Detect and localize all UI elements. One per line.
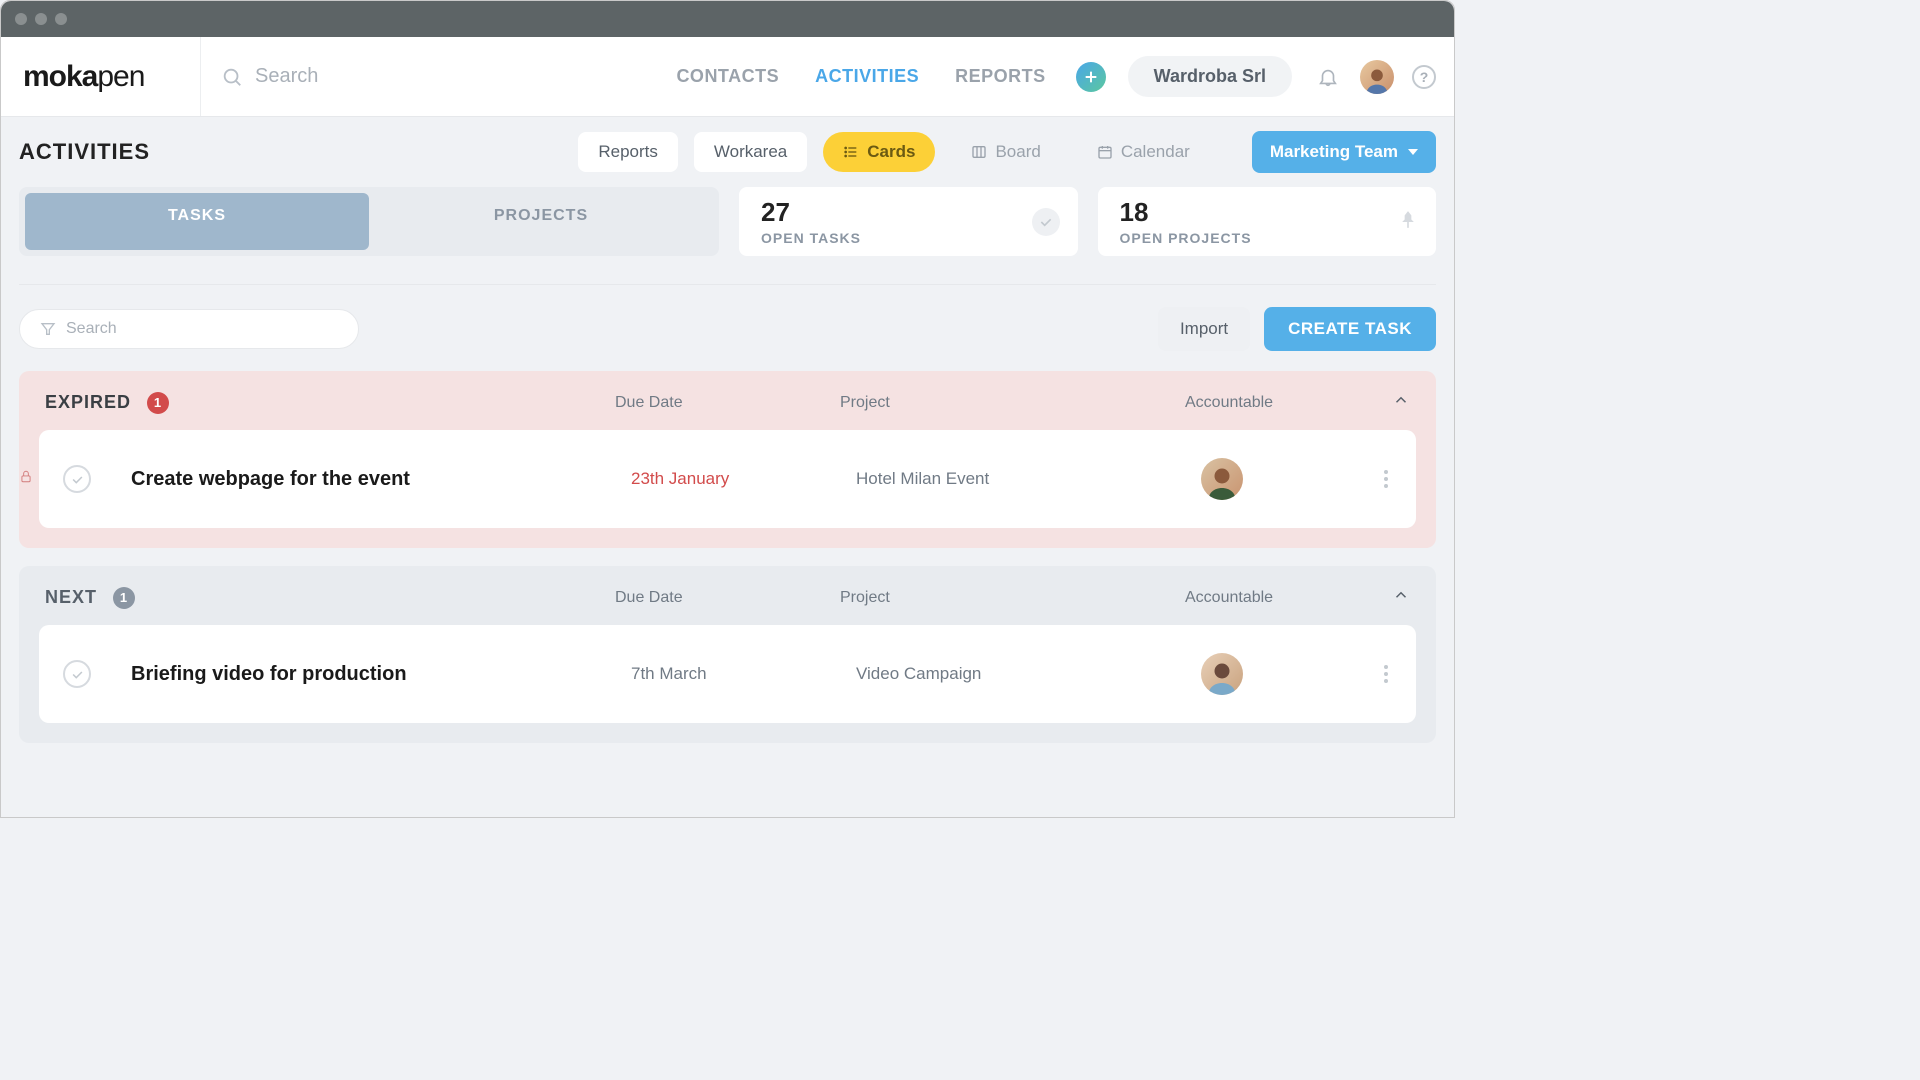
- col-due-date: Due Date: [615, 589, 840, 607]
- tab-projects[interactable]: PROJECTS: [369, 193, 713, 250]
- view-reports[interactable]: Reports: [578, 132, 678, 172]
- list-search-input[interactable]: [66, 320, 338, 338]
- stat-open-tasks-label: OPEN TASKS: [761, 230, 1056, 246]
- section-next: NEXT 1 Due Date Project Accountable Brie…: [19, 566, 1436, 743]
- person-icon: [1363, 66, 1391, 94]
- stat-open-projects-value: 18: [1120, 197, 1415, 228]
- view-board-label: Board: [995, 142, 1040, 162]
- chevron-up-icon: [1392, 391, 1410, 409]
- calendar-icon: [1097, 144, 1113, 160]
- task-complete-toggle[interactable]: [63, 465, 91, 493]
- logo-thin: pen: [97, 60, 144, 94]
- section-expired-title: EXPIRED: [45, 392, 131, 413]
- logo-bold: moka: [23, 60, 97, 94]
- task-more-menu[interactable]: [1384, 665, 1392, 683]
- bell-icon: [1317, 66, 1339, 88]
- lock-icon: [19, 469, 33, 490]
- caret-down-icon: [1408, 149, 1418, 155]
- task-name: Create webpage for the event: [131, 468, 631, 491]
- page-title: ACTIVITIES: [19, 139, 150, 165]
- help-button[interactable]: ?: [1412, 65, 1436, 89]
- nav-contacts[interactable]: CONTACTS: [676, 66, 779, 87]
- divider: [19, 284, 1436, 285]
- create-task-button[interactable]: CREATE TASK: [1264, 307, 1436, 351]
- topbar: mokapen CONTACTS ACTIVITIES REPORTS Ward…: [1, 37, 1454, 117]
- collapse-toggle[interactable]: [1392, 586, 1410, 609]
- traffic-light-close[interactable]: [15, 13, 27, 25]
- tab-tasks[interactable]: TASKS: [25, 193, 369, 250]
- stat-open-tasks-value: 27: [761, 197, 1056, 228]
- team-selector[interactable]: Marketing Team: [1252, 131, 1436, 173]
- notifications-button[interactable]: [1310, 59, 1346, 95]
- section-expired: EXPIRED 1 Due Date Project Accountable C…: [19, 371, 1436, 548]
- task-complete-toggle[interactable]: [63, 660, 91, 688]
- collapse-toggle[interactable]: [1392, 391, 1410, 414]
- company-selector[interactable]: Wardroba Srl: [1128, 56, 1292, 97]
- chevron-up-icon: [1392, 586, 1410, 604]
- view-calendar-label: Calendar: [1121, 142, 1190, 162]
- col-due-date: Due Date: [615, 394, 840, 412]
- view-cards[interactable]: Cards: [823, 132, 935, 172]
- section-next-title: NEXT: [45, 587, 97, 608]
- task-due-date: 7th March: [631, 664, 856, 684]
- task-due-date: 23th January: [631, 469, 856, 489]
- list-icon: [843, 144, 859, 160]
- view-workarea[interactable]: Workarea: [694, 132, 807, 172]
- list-search[interactable]: [19, 309, 359, 349]
- import-button[interactable]: Import: [1158, 307, 1250, 351]
- stat-open-projects-label: OPEN PROJECTS: [1120, 230, 1415, 246]
- task-project: Hotel Milan Event: [856, 469, 1201, 489]
- person-icon: [1204, 659, 1240, 695]
- col-accountable: Accountable: [1185, 394, 1392, 412]
- list-toolbar: Import CREATE TASK: [19, 307, 1436, 351]
- traffic-light-min[interactable]: [35, 13, 47, 25]
- task-name: Briefing video for production: [131, 663, 631, 686]
- team-selector-label: Marketing Team: [1270, 142, 1398, 162]
- main-nav: CONTACTS ACTIVITIES REPORTS: [676, 66, 1045, 87]
- person-icon: [1204, 464, 1240, 500]
- col-project: Project: [840, 394, 1185, 412]
- task-more-menu[interactable]: [1384, 470, 1392, 488]
- section-next-header[interactable]: NEXT 1 Due Date Project Accountable: [39, 566, 1416, 625]
- stat-open-projects[interactable]: 18 OPEN PROJECTS: [1098, 187, 1437, 256]
- view-board[interactable]: Board: [951, 132, 1060, 172]
- filter-icon: [40, 321, 56, 337]
- check-icon: [70, 667, 85, 682]
- traffic-light-max[interactable]: [55, 13, 67, 25]
- nav-reports[interactable]: REPORTS: [955, 66, 1046, 87]
- task-accountable-avatar[interactable]: [1201, 458, 1243, 500]
- check-icon: [70, 472, 85, 487]
- task-accountable-avatar[interactable]: [1201, 653, 1243, 695]
- add-button[interactable]: [1076, 62, 1106, 92]
- section-next-count: 1: [113, 587, 135, 609]
- task-row[interactable]: Create webpage for the event 23th Januar…: [39, 430, 1416, 528]
- board-icon: [971, 144, 987, 160]
- search-icon: [221, 66, 243, 88]
- pin-icon: [1398, 207, 1418, 236]
- page-header: ACTIVITIES Reports Workarea Cards Board …: [19, 117, 1436, 187]
- section-expired-header[interactable]: EXPIRED 1 Due Date Project Accountable: [39, 371, 1416, 430]
- global-search-input[interactable]: [255, 65, 505, 88]
- tab-group: TASKS PROJECTS: [19, 187, 719, 256]
- view-cards-label: Cards: [867, 142, 915, 162]
- user-avatar[interactable]: [1360, 60, 1394, 94]
- stat-open-tasks[interactable]: 27 OPEN TASKS: [739, 187, 1078, 256]
- col-accountable: Accountable: [1185, 589, 1392, 607]
- nav-activities[interactable]: ACTIVITIES: [815, 66, 919, 87]
- global-search[interactable]: [201, 65, 551, 88]
- view-calendar[interactable]: Calendar: [1077, 132, 1210, 172]
- task-row[interactable]: Briefing video for production 7th March …: [39, 625, 1416, 723]
- logo[interactable]: mokapen: [1, 37, 201, 116]
- col-project: Project: [840, 589, 1185, 607]
- task-project: Video Campaign: [856, 664, 1201, 684]
- window-titlebar: [1, 1, 1454, 37]
- section-expired-count: 1: [147, 392, 169, 414]
- plus-icon: [1083, 69, 1099, 85]
- check-circle-icon: [1032, 208, 1060, 236]
